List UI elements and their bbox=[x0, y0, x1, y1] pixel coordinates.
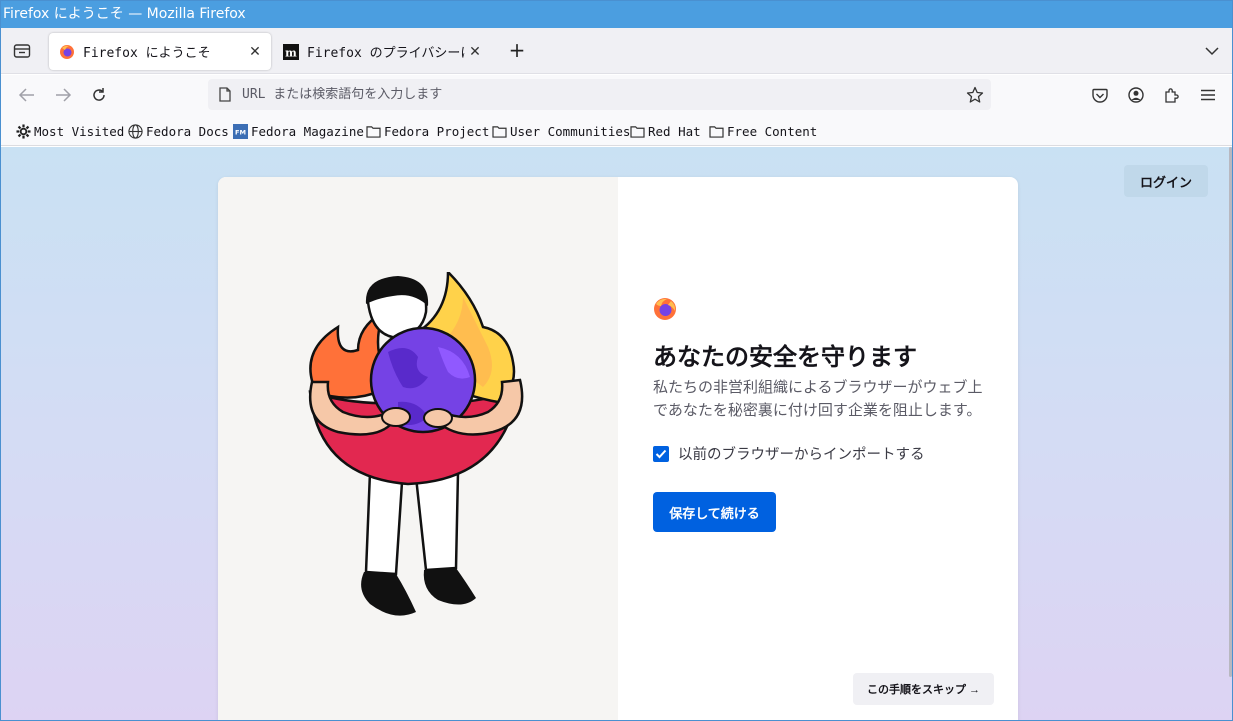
bookmark-label: Fedora Magazine bbox=[251, 123, 364, 139]
import-checkbox[interactable] bbox=[653, 445, 669, 462]
firefox-logo-icon bbox=[654, 298, 676, 320]
forward-button[interactable] bbox=[50, 82, 76, 108]
forward-arrow-icon bbox=[56, 88, 72, 102]
window-titlebar: Firefox にようこそ — Mozilla Firefox bbox=[1, 1, 1232, 28]
firefox-favicon-icon bbox=[60, 44, 74, 59]
folder-icon bbox=[365, 123, 381, 139]
tab-close-icon[interactable]: ✕ bbox=[465, 44, 485, 60]
hamburger-menu-icon bbox=[1201, 89, 1215, 101]
welcome-page: ログイン あなたの安全を守ります 私たちの非営利組織によるブラウザーがウェブ上で… bbox=[1, 147, 1232, 720]
page-heading: あなたの安全を守ります bbox=[653, 344, 917, 371]
save-and-continue-button[interactable]: 保存して続ける bbox=[653, 492, 776, 532]
folder-icon bbox=[629, 123, 645, 139]
nav-bar bbox=[1, 75, 1232, 115]
bookmark-label: Fedora Project bbox=[384, 123, 490, 139]
import-checkbox-label: 以前のブラウザーからインポートする bbox=[678, 447, 925, 463]
bookmark-folder-red-hat[interactable]: Red Hat bbox=[629, 122, 701, 140]
globe-icon bbox=[127, 123, 143, 139]
reload-icon bbox=[93, 88, 105, 101]
bookmark-folder-fedora-project[interactable]: Fedora Project bbox=[365, 122, 489, 140]
bookmark-fedora-docs[interactable]: Fedora Docs bbox=[127, 122, 229, 140]
bookmark-fedora-magazine[interactable]: FM Fedora Magazine bbox=[232, 122, 364, 140]
tab-title: Firefox のプライバシーに関 bbox=[307, 46, 465, 61]
checkmark-icon bbox=[655, 449, 667, 458]
account-icon bbox=[1128, 87, 1144, 103]
tab-privacy[interactable]: m Firefox のプライバシーに関 ✕ bbox=[277, 33, 491, 70]
tab-close-icon[interactable]: ✕ bbox=[245, 44, 265, 60]
puzzle-icon bbox=[1165, 88, 1179, 103]
bookmark-label: Free Content bbox=[727, 123, 818, 139]
url-input[interactable] bbox=[242, 87, 942, 102]
menu-button[interactable] bbox=[1195, 82, 1221, 108]
page-icon bbox=[217, 87, 233, 103]
welcome-card: あなたの安全を守ります 私たちの非営利組織によるブラウザーがウェブ上であなたを秘… bbox=[218, 177, 1018, 720]
account-button[interactable] bbox=[1123, 82, 1149, 108]
chevron-down-icon bbox=[1205, 47, 1219, 56]
window-title: Firefox にようこそ — Mozilla Firefox bbox=[3, 6, 246, 22]
folder-icon bbox=[708, 123, 724, 139]
page-subtext: 私たちの非営利組織によるブラウザーがウェブ上であなたを秘密裏に付け回す企業を阻止… bbox=[653, 379, 983, 419]
bookmark-folder-free-content[interactable]: Free Content bbox=[708, 122, 817, 140]
fedora-magazine-icon: FM bbox=[232, 123, 248, 139]
page-scrollbar[interactable] bbox=[1229, 147, 1232, 677]
person-hugging-firefox-illustration bbox=[308, 272, 524, 616]
mozilla-favicon-icon: m bbox=[283, 43, 299, 60]
illustration-panel bbox=[218, 177, 618, 720]
url-bar[interactable] bbox=[208, 79, 991, 110]
pocket-button[interactable] bbox=[1087, 82, 1113, 108]
bookmark-star-icon[interactable] bbox=[965, 85, 985, 105]
login-button[interactable]: ログイン bbox=[1124, 165, 1208, 197]
extensions-button[interactable] bbox=[1159, 82, 1185, 108]
gear-icon bbox=[15, 123, 31, 139]
svg-text:m: m bbox=[285, 46, 297, 59]
import-checkbox-row[interactable]: 以前のブラウザーからインポートする bbox=[653, 443, 925, 464]
new-tab-button[interactable]: + bbox=[505, 39, 529, 63]
bookmark-label: User Communities bbox=[510, 123, 631, 139]
list-all-tabs-button[interactable] bbox=[1200, 39, 1224, 63]
tab-welcome[interactable]: Firefox にようこそ ✕ bbox=[49, 33, 271, 70]
reload-button[interactable] bbox=[86, 82, 112, 108]
back-arrow-icon bbox=[18, 88, 34, 102]
bookmark-most-visited[interactable]: Most Visited bbox=[15, 122, 124, 140]
firefox-view-icon bbox=[13, 44, 31, 58]
folder-icon bbox=[491, 123, 507, 139]
bookmark-label: Most Visited bbox=[34, 123, 125, 139]
firefox-view-button[interactable] bbox=[9, 39, 35, 63]
bookmark-folder-user-communities[interactable]: User Communities bbox=[491, 122, 630, 140]
tab-strip: Firefox にようこそ ✕ m Firefox のプライバシーに関 ✕ + bbox=[1, 28, 1232, 74]
tab-title: Firefox にようこそ bbox=[83, 46, 211, 61]
svg-text:FM: FM bbox=[235, 128, 246, 136]
bookmarks-toolbar: Most Visited Fedora Docs FM Fedora Magaz… bbox=[1, 115, 1232, 146]
content-panel: あなたの安全を守ります 私たちの非営利組織によるブラウザーがウェブ上であなたを秘… bbox=[618, 177, 1018, 720]
pocket-icon bbox=[1092, 88, 1108, 103]
bookmark-label: Fedora Docs bbox=[146, 123, 229, 139]
browser-window: Firefox にようこそ — Mozilla Firefox Firefox … bbox=[0, 0, 1233, 721]
back-button[interactable] bbox=[14, 82, 40, 108]
bookmark-label: Red Hat bbox=[648, 123, 701, 139]
skip-step-button[interactable]: この手順をスキップ → bbox=[853, 673, 994, 705]
